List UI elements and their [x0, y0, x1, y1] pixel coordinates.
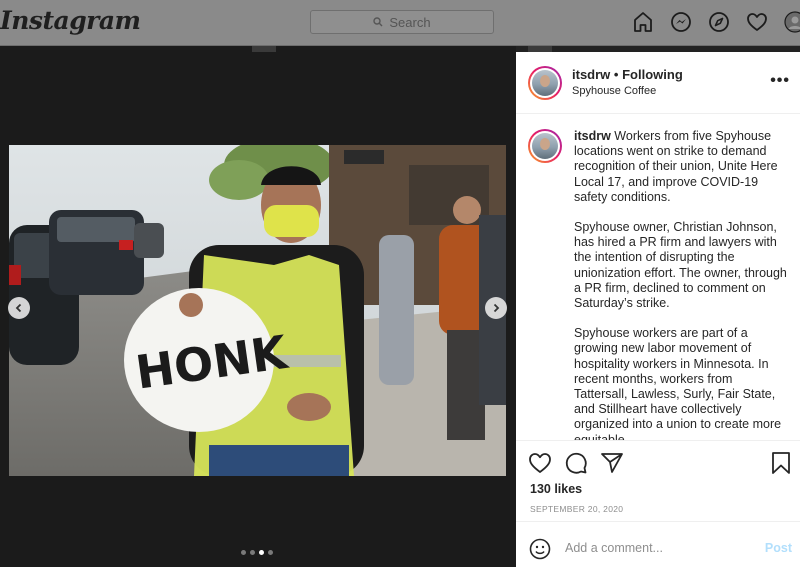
- bookmark-icon[interactable]: [770, 451, 792, 475]
- explore-icon[interactable]: [708, 11, 730, 33]
- post-details-panel: itsdrw • Following Spyhouse Coffee ••• i…: [516, 52, 800, 567]
- search-box[interactable]: Search: [310, 10, 494, 34]
- username-link[interactable]: itsdrw: [572, 67, 610, 82]
- separator-dot: •: [613, 67, 619, 82]
- search-icon: [373, 17, 383, 27]
- next-image-button[interactable]: [485, 297, 507, 319]
- instagram-logo[interactable]: Instagram: [0, 6, 141, 35]
- carousel-dot: [241, 550, 246, 555]
- caption-text: itsdrw Workers from five Spyhouse locati…: [574, 129, 788, 440]
- user-avatar[interactable]: [528, 66, 562, 100]
- caption-avatar[interactable]: [528, 129, 562, 163]
- previous-image-button[interactable]: [8, 297, 30, 319]
- more-options-icon[interactable]: •••: [770, 72, 790, 90]
- messenger-icon[interactable]: [670, 11, 692, 33]
- carousel-indicator: [241, 550, 273, 555]
- following-button[interactable]: Following: [622, 67, 683, 82]
- heart-icon[interactable]: [746, 11, 768, 33]
- comment-composer: Add a comment... Post: [516, 521, 800, 567]
- like-count[interactable]: 130 likes: [530, 482, 582, 496]
- profile-avatar[interactable]: [784, 11, 800, 33]
- caption-paragraph: Spyhouse workers are part of a growing n…: [574, 326, 782, 440]
- comment-icon[interactable]: [564, 451, 588, 475]
- carousel-dot-active: [259, 550, 264, 555]
- post-actions: 130 likes SEPTEMBER 20, 2020 Add a comme…: [516, 440, 800, 567]
- caption-paragraph: Spyhouse owner, Christian Johnson, has h…: [574, 220, 787, 311]
- carousel-dot: [250, 550, 255, 555]
- emoji-icon[interactable]: [529, 538, 551, 560]
- location-link[interactable]: Spyhouse Coffee: [572, 85, 656, 97]
- background-thumbnail: [252, 46, 276, 52]
- chevron-left-icon: [15, 303, 22, 313]
- post-header: itsdrw • Following Spyhouse Coffee •••: [516, 52, 800, 114]
- share-icon[interactable]: [600, 451, 624, 475]
- post-comment-button[interactable]: Post: [765, 541, 792, 555]
- caption-username[interactable]: itsdrw: [574, 129, 611, 143]
- carousel-dot: [268, 550, 273, 555]
- comment-input[interactable]: Add a comment...: [565, 541, 663, 555]
- post-image[interactable]: HONK: [9, 145, 506, 476]
- search-placeholder: Search: [389, 14, 431, 30]
- like-heart-icon[interactable]: [528, 451, 552, 475]
- top-navigation: Instagram Search: [0, 0, 800, 46]
- home-icon[interactable]: [632, 11, 654, 33]
- caption-scroll-area[interactable]: itsdrw Workers from five Spyhouse locati…: [516, 115, 800, 440]
- post-date: SEPTEMBER 20, 2020: [530, 504, 624, 514]
- chevron-right-icon: [493, 303, 500, 313]
